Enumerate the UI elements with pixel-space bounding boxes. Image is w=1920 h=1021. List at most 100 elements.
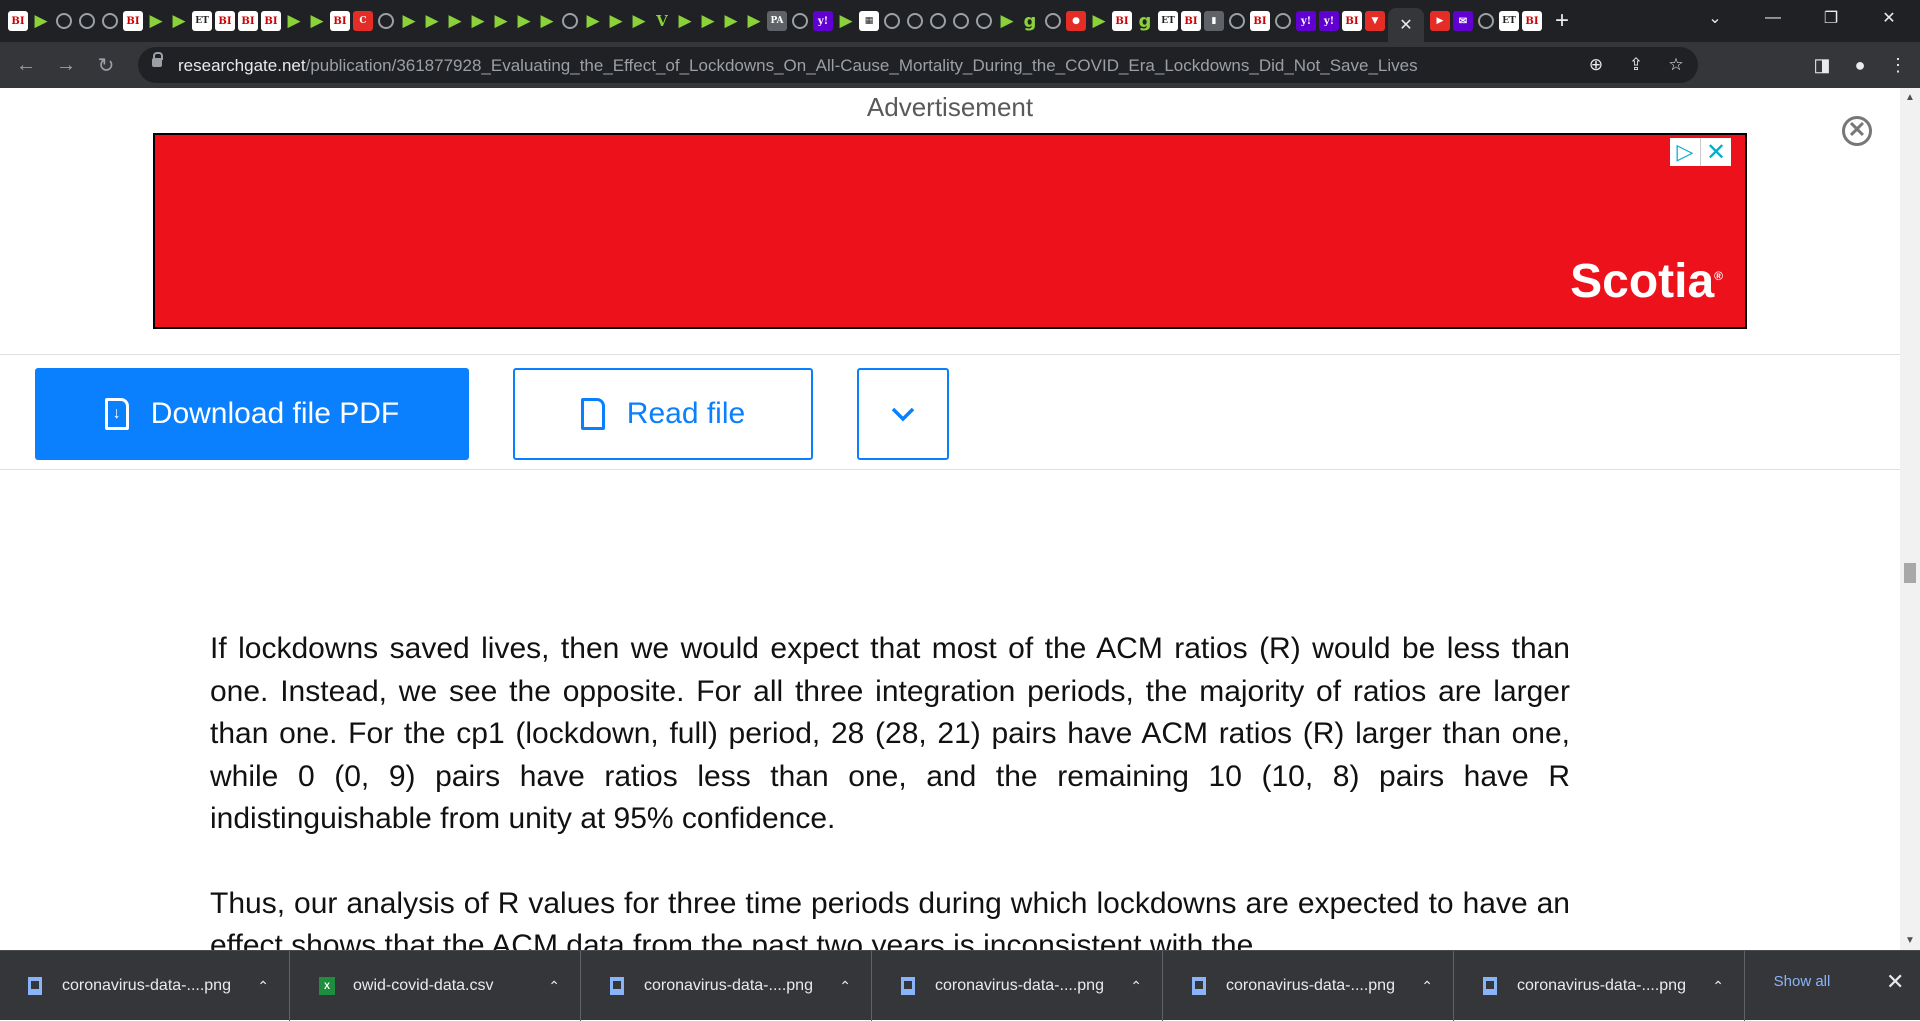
show-all-button[interactable]: Show all: [1752, 973, 1852, 990]
tab-favicon-icon[interactable]: y!: [1296, 11, 1316, 31]
tab-favicon-icon[interactable]: ▶: [422, 11, 442, 31]
tab-favicon-icon[interactable]: ●: [1066, 11, 1086, 31]
tab-favicon-icon[interactable]: BI: [238, 11, 258, 31]
tab-favicon-icon[interactable]: [1275, 13, 1291, 29]
tab-favicon-icon[interactable]: BI: [1522, 11, 1542, 31]
tab-favicon-icon[interactable]: BI: [1112, 11, 1132, 31]
tab-favicon-icon[interactable]: ▶: [1089, 11, 1109, 31]
active-tab-close-icon[interactable]: ✕: [1388, 8, 1424, 42]
chevron-up-icon[interactable]: ⌃: [548, 978, 560, 995]
download-item[interactable]: coronavirus-data-....png ⌃: [1455, 951, 1745, 1021]
chevron-up-icon[interactable]: ⌃: [839, 978, 851, 995]
adchoices-icon[interactable]: ▷: [1670, 138, 1701, 166]
tab-favicon-icon[interactable]: ▶: [1430, 11, 1450, 31]
tab-favicon-icon[interactable]: [930, 13, 946, 29]
tab-favicon-icon[interactable]: g: [1020, 11, 1040, 32]
tab-favicon-icon[interactable]: ▼: [1365, 11, 1385, 31]
zoom-icon[interactable]: ⊕: [1584, 53, 1608, 77]
adchoices[interactable]: ▷ ✕: [1670, 138, 1731, 166]
chevron-up-icon[interactable]: ⌃: [1421, 978, 1433, 995]
tab-favicon-icon[interactable]: y!: [1319, 11, 1339, 31]
tab-favicon-icon[interactable]: ▶: [169, 11, 189, 31]
tab-favicon-icon[interactable]: g: [1135, 11, 1155, 32]
side-panel-icon[interactable]: ◨: [1808, 51, 1836, 79]
tab-favicon-icon[interactable]: BI: [1342, 11, 1362, 31]
tab-favicon-icon[interactable]: ▶: [514, 11, 534, 31]
tab-favicon-icon[interactable]: BI: [215, 11, 235, 31]
share-icon[interactable]: ⇪: [1624, 53, 1648, 77]
tab-favicon-icon[interactable]: ▶: [284, 11, 304, 31]
tab-favicon-icon[interactable]: BI: [330, 11, 350, 31]
lock-icon[interactable]: [152, 52, 163, 67]
chevron-up-icon[interactable]: ⌃: [1130, 978, 1142, 995]
download-item[interactable]: Xowid-covid-data.csv ⌃: [291, 951, 581, 1021]
tab-favicon-icon[interactable]: ▶: [698, 11, 718, 31]
tab-favicon-icon[interactable]: ▶: [583, 11, 603, 31]
tab-favicon-icon[interactable]: ▶: [31, 11, 51, 31]
tab-favicon-icon[interactable]: [976, 13, 992, 29]
download-item[interactable]: coronavirus-data-....png ⌃: [582, 951, 872, 1021]
minimize-button[interactable]: —: [1744, 9, 1802, 27]
scrollbar-thumb[interactable]: [1904, 563, 1916, 583]
tab-favicon-icon[interactable]: ▶: [675, 11, 695, 31]
scroll-up-icon[interactable]: ▲: [1905, 92, 1915, 103]
scroll-down-icon[interactable]: ▼: [1905, 935, 1915, 946]
tab-favicon-icon[interactable]: [102, 13, 118, 29]
ad-dismiss-icon[interactable]: ✕: [1701, 138, 1731, 166]
tab-favicon-icon[interactable]: ▶: [744, 11, 764, 31]
tab-favicon-icon[interactable]: ▶: [307, 11, 327, 31]
reload-icon[interactable]: ↻: [92, 51, 120, 79]
tab-favicon-icon[interactable]: ET: [192, 11, 212, 31]
tab-favicon-icon[interactable]: [792, 13, 808, 29]
close-download-bar-icon[interactable]: ✕: [1886, 969, 1904, 995]
more-actions-button[interactable]: [857, 368, 949, 460]
forward-arrow-icon[interactable]: →: [52, 51, 80, 79]
tab-favicon-icon[interactable]: [953, 13, 969, 29]
tab-favicon-icon[interactable]: BI: [261, 11, 281, 31]
tab-favicon-icon[interactable]: ▶: [997, 11, 1017, 31]
tab-favicon-icon[interactable]: ET: [1158, 11, 1178, 31]
tab-favicon-icon[interactable]: ▦: [859, 11, 879, 31]
tab-favicon-icon[interactable]: ✉: [1453, 11, 1473, 31]
ad-banner[interactable]: ▷ ✕ Scotia®: [153, 133, 1747, 329]
tab-favicon-icon[interactable]: [884, 13, 900, 29]
tab-favicon-icon[interactable]: ▶: [721, 11, 741, 31]
tab-favicon-icon[interactable]: ET: [1499, 11, 1519, 31]
address-bar[interactable]: researchgate.net/publication/361877928_E…: [138, 47, 1698, 83]
tab-favicon-icon[interactable]: [378, 13, 394, 29]
tab-favicon-icon[interactable]: BI: [1250, 11, 1270, 31]
tab-favicon-icon[interactable]: ▶: [445, 11, 465, 31]
menu-kebab-icon[interactable]: ⋮: [1884, 51, 1912, 79]
tab-favicon-icon[interactable]: BI: [123, 11, 143, 31]
ad-close-icon[interactable]: ✕: [1842, 116, 1872, 146]
tab-favicon-icon[interactable]: V: [652, 11, 672, 31]
profile-icon[interactable]: ●: [1846, 51, 1874, 79]
bookmark-star-icon[interactable]: ☆: [1664, 53, 1688, 77]
chevron-up-icon[interactable]: ⌃: [1712, 978, 1724, 995]
tab-favicon-icon[interactable]: C: [353, 11, 373, 31]
chevron-up-icon[interactable]: ⌃: [257, 978, 269, 995]
tab-favicon-icon[interactable]: PA: [767, 11, 787, 31]
url-text[interactable]: researchgate.net/publication/361877928_E…: [178, 56, 1418, 76]
tab-favicon-icon[interactable]: ▶: [146, 11, 166, 31]
tab-favicon-icon[interactable]: [562, 13, 578, 29]
tab-favicon-icon[interactable]: [907, 13, 923, 29]
page-scrollbar[interactable]: ▲ ▼: [1900, 88, 1920, 950]
back-arrow-icon[interactable]: ←: [12, 51, 40, 79]
download-item[interactable]: coronavirus-data-....png ⌃: [1164, 951, 1454, 1021]
tab-favicon-icon[interactable]: ▶: [399, 11, 419, 31]
download-pdf-button[interactable]: ↓ Download file PDF: [35, 368, 469, 460]
close-window-button[interactable]: ✕: [1860, 8, 1918, 28]
tab-favicon-icon[interactable]: BI: [1181, 11, 1201, 31]
download-item[interactable]: coronavirus-data-....png ⌃: [873, 951, 1163, 1021]
tab-favicon-icon[interactable]: ▮: [1204, 11, 1224, 31]
tab-favicon-icon[interactable]: BI: [8, 11, 28, 31]
tab-favicon-icon[interactable]: ▶: [606, 11, 626, 31]
tab-favicon-icon[interactable]: [1045, 13, 1061, 29]
tab-favicon-icon[interactable]: [79, 13, 95, 29]
tab-favicon-icon[interactable]: [56, 13, 72, 29]
new-tab-button[interactable]: +: [1555, 9, 1569, 33]
read-file-button[interactable]: Read file: [513, 368, 813, 460]
tab-favicon-icon[interactable]: y!: [813, 11, 833, 31]
tab-search-icon[interactable]: ⌄: [1686, 8, 1744, 28]
